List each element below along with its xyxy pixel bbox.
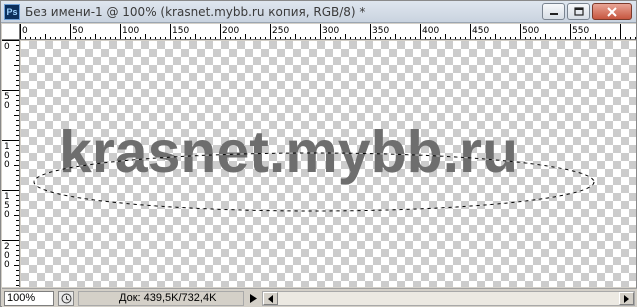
close-icon	[607, 6, 617, 17]
status-menu-button[interactable]	[246, 291, 260, 306]
ruler-v-label: 0	[4, 210, 10, 220]
document-size-info: Док: 439,5K/732,4K	[78, 291, 244, 306]
scroll-left-icon	[268, 294, 273, 303]
ruler-h-label: 100	[122, 26, 139, 36]
scroll-right-icon	[624, 294, 629, 303]
status-bar: 100% Док: 439,5K/732,4K	[2, 288, 637, 307]
ruler-v-label: 0	[4, 42, 10, 52]
window-title: Без имени-1 @ 100% (krasnet.mybb.ru копи…	[25, 5, 366, 19]
document-window: Ps Без имени-1 @ 100% (krasnet.mybb.ru к…	[0, 0, 637, 307]
ruler-h-label: 50	[72, 26, 84, 36]
ruler-h-label: 500	[522, 26, 539, 36]
maximize-icon	[573, 7, 584, 16]
ruler-h-label: 0	[22, 26, 28, 36]
zoom-level-field[interactable]: 100%	[4, 291, 54, 306]
status-info-button[interactable]	[58, 291, 74, 306]
ruler-v-label: 0	[4, 101, 10, 111]
vertical-ruler[interactable]: 050100150200	[2, 40, 20, 287]
minimize-button[interactable]	[542, 3, 565, 20]
ruler-h-label: 550	[572, 26, 589, 36]
ruler-origin[interactable]	[2, 24, 20, 40]
ruler-h-label: 400	[422, 26, 439, 36]
title-bar[interactable]: Ps Без имени-1 @ 100% (krasnet.mybb.ru к…	[1, 1, 636, 23]
ruler-h-label: 250	[272, 26, 289, 36]
ruler-h-label: 300	[322, 26, 339, 36]
vertical-ruler-scale: 050100150200	[2, 40, 19, 286]
horizontal-ruler[interactable]: 0 50 100 150 200 250 300 350 400 450 500 550	[20, 24, 636, 40]
status-info-icon	[61, 293, 71, 304]
document-canvas[interactable]: krasnet.mybb.ru	[21, 41, 636, 287]
ruler-h-label: 450	[472, 26, 489, 36]
ruler-h-label: 200	[222, 26, 239, 36]
minimize-icon	[549, 12, 558, 15]
ruler-h-label: 150	[172, 26, 189, 36]
play-arrow-icon	[249, 294, 257, 303]
scroll-left-button[interactable]	[263, 292, 278, 305]
ruler-h-label: 350	[372, 26, 389, 36]
close-button[interactable]	[592, 3, 632, 20]
horizontal-ruler-scale: 0 50 100 150 200 250 300 350 400 450 500 550	[20, 24, 636, 39]
elliptical-selection[interactable]	[21, 41, 636, 287]
horizontal-scrollbar[interactable]	[262, 291, 635, 306]
photoshop-app-icon: Ps	[4, 4, 20, 20]
maximize-button[interactable]	[567, 3, 590, 20]
ruler-v-label: 0	[4, 160, 10, 170]
ruler-v-label: 0	[4, 260, 10, 270]
scroll-right-button[interactable]	[619, 292, 634, 305]
